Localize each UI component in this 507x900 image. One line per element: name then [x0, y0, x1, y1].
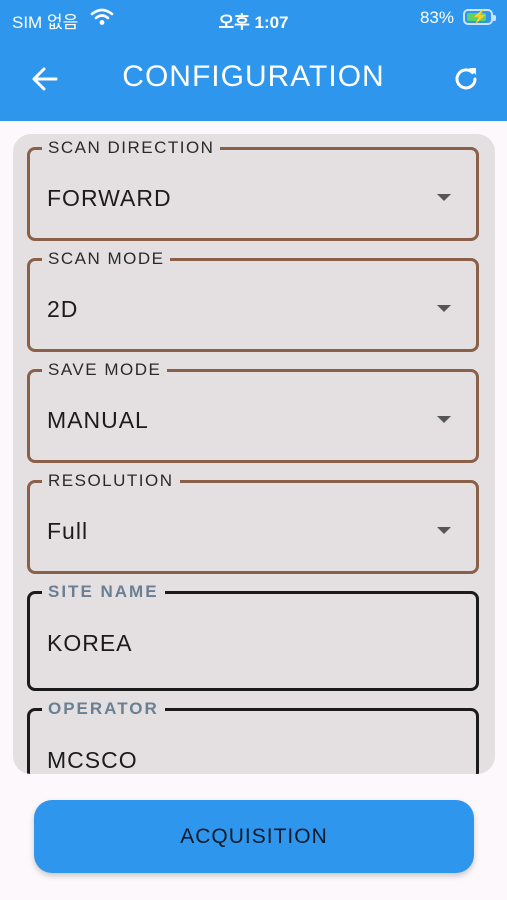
resolution-label: RESOLUTION [42, 471, 180, 491]
config-card: SCAN DIRECTION FORWARD SCAN MODE 2D SAVE… [13, 134, 495, 774]
scan-mode-select[interactable]: SCAN MODE 2D [27, 249, 479, 352]
operator-field[interactable]: OPERATOR MCSCO [27, 699, 479, 774]
resolution-select[interactable]: RESOLUTION Full [27, 471, 479, 574]
resolution-value: Full [47, 518, 89, 544]
save-mode-select[interactable]: SAVE MODE MANUAL [27, 360, 479, 463]
operator-value: MCSCO [47, 747, 138, 773]
dropdown-arrow-icon [437, 416, 451, 423]
scan-direction-value: FORWARD [47, 185, 172, 211]
scan-direction-select[interactable]: SCAN DIRECTION FORWARD [27, 138, 479, 241]
battery-icon: ⚡ [463, 8, 496, 25]
dropdown-arrow-icon [437, 305, 451, 312]
scan-direction-label: SCAN DIRECTION [42, 138, 221, 158]
refresh-button[interactable] [449, 62, 483, 96]
dropdown-arrow-icon [437, 194, 451, 201]
site-name-value: KOREA [47, 630, 133, 656]
page-title: CONFIGURATION [122, 60, 385, 93]
scan-mode-value: 2D [47, 296, 79, 322]
operator-label: OPERATOR [42, 699, 165, 719]
site-name-field[interactable]: SITE NAME KOREA [27, 582, 479, 691]
site-name-label: SITE NAME [42, 582, 165, 602]
scan-mode-label: SCAN MODE [42, 249, 171, 269]
refresh-icon [455, 68, 477, 90]
save-mode-value: MANUAL [47, 407, 149, 433]
dropdown-arrow-icon [437, 527, 451, 534]
acquisition-button[interactable]: ACQUISITION [34, 800, 474, 873]
app-bar: SIM 없음 오후 1:07 83% ⚡ CONFIGURATION [0, 0, 507, 121]
battery-percent: 83% [419, 8, 454, 27]
save-mode-label: SAVE MODE [42, 360, 168, 380]
status-bar: SIM 없음 오후 1:07 83% ⚡ [0, 0, 507, 34]
acquisition-button-label: ACQUISITION [180, 824, 328, 848]
